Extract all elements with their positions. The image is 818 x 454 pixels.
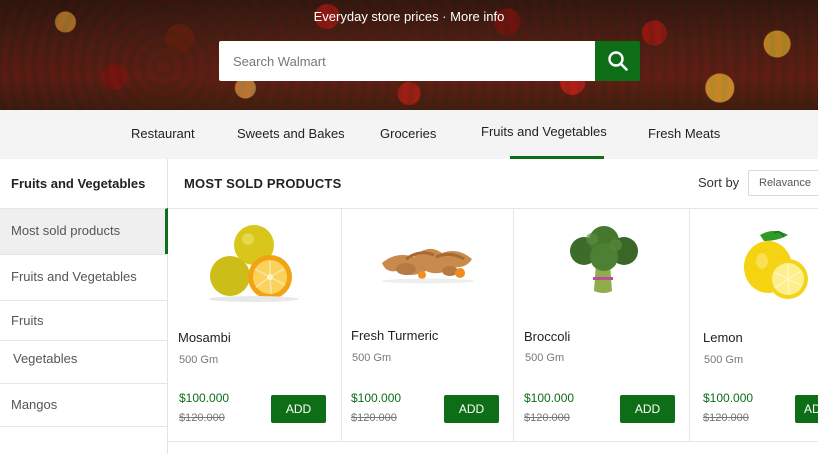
tab-fresh-meats[interactable]: Fresh Meats [648,110,720,159]
product-name[interactable]: Lemon [703,330,743,345]
product-weight: 500 Gm [179,354,219,366]
sidebar-item-fruits-and-vegetables[interactable]: Fruits and Vegetables [0,254,168,300]
sidebar: Fruits and Vegetables Most sold products… [0,159,168,454]
tab-restaurant[interactable]: Restaurant [131,110,195,159]
hero-tagline[interactable]: Everyday store prices · More info [0,9,818,24]
product-old-price: $120.000 [524,412,570,424]
lemon-image [744,230,808,299]
sort-label: Sort by [698,175,740,190]
sidebar-item-label: Fruits and Vegetables [11,269,137,284]
search-button[interactable] [595,41,640,81]
product-name[interactable]: Broccoli [524,329,570,344]
broccoli-image [570,226,638,293]
sidebar-item-vegetables[interactable]: Vegetables [0,340,168,383]
tab-fruits-and-vegetables-label: Fruits and Vegetables [481,124,607,139]
add-to-cart-button[interactable]: ADD [620,395,675,423]
product-card-lemon: Lemon 500 Gm $100.000 $120.000 ADD [690,209,818,441]
tab-sweets-and-bakes[interactable]: Sweets and Bakes [237,110,345,159]
add-button-label: ADD [804,402,818,416]
sidebar-title: Fruits and Vegetables [11,176,146,191]
product-weight: 500 Gm [525,352,565,364]
product-weight: 500 Gm [352,352,392,364]
product-name[interactable]: Fresh Turmeric [351,328,438,343]
product-old-price: $120.000 [179,412,225,424]
mosambi-image [209,225,299,302]
tab-fruits-and-vegetables[interactable]: Fruits and Vegetables [481,110,638,159]
add-to-cart-button[interactable]: ADD [444,395,499,423]
sort-select[interactable]: Relavance [748,170,818,196]
sidebar-item-label: Most sold products [11,223,121,238]
sidebar-item-label: Fruits [11,313,44,328]
add-to-cart-button[interactable]: ADD [271,395,326,423]
page-title: MOST SOLD PRODUCTS [184,176,342,191]
category-nav: Restaurant Sweets and Bakes Groceries Fr… [0,110,818,159]
product-price: $100.000 [703,391,754,405]
product-price: $100.000 [524,391,575,405]
turmeric-image [382,248,474,284]
hero-banner: Everyday store prices · More info [0,0,818,110]
product-weight: 500 Gm [704,354,744,366]
product-price: $100.000 [179,391,230,405]
sidebar-item-mangos[interactable]: Mangos [0,383,168,427]
product-card-broccoli: Broccoli 500 Gm $100.000 $120.000 ADD [514,209,690,441]
sidebar-item-most-sold[interactable]: Most sold products [0,208,168,254]
tab-groceries[interactable]: Groceries [380,110,436,159]
sidebar-item-fruits[interactable]: Fruits [0,300,168,340]
product-old-price: $120.000 [351,412,397,424]
product-card-fresh-turmeric: Fresh Turmeric 500 Gm $100.000 $120.000 … [342,209,514,441]
product-card-mosambi: Mosambi 500 Gm $100.000 $120.000 ADD [168,209,342,441]
product-price: $100.000 [351,391,402,405]
search-input[interactable] [219,41,595,81]
grid-divider [168,441,818,442]
search-icon [607,51,628,71]
sidebar-item-label: Mangos [11,397,58,412]
product-old-price: $120.000 [703,412,749,424]
sidebar-item-label: Vegetables [13,351,78,366]
search-bar [219,41,640,81]
product-name[interactable]: Mosambi [178,330,231,345]
add-to-cart-button[interactable]: ADD [795,395,818,423]
